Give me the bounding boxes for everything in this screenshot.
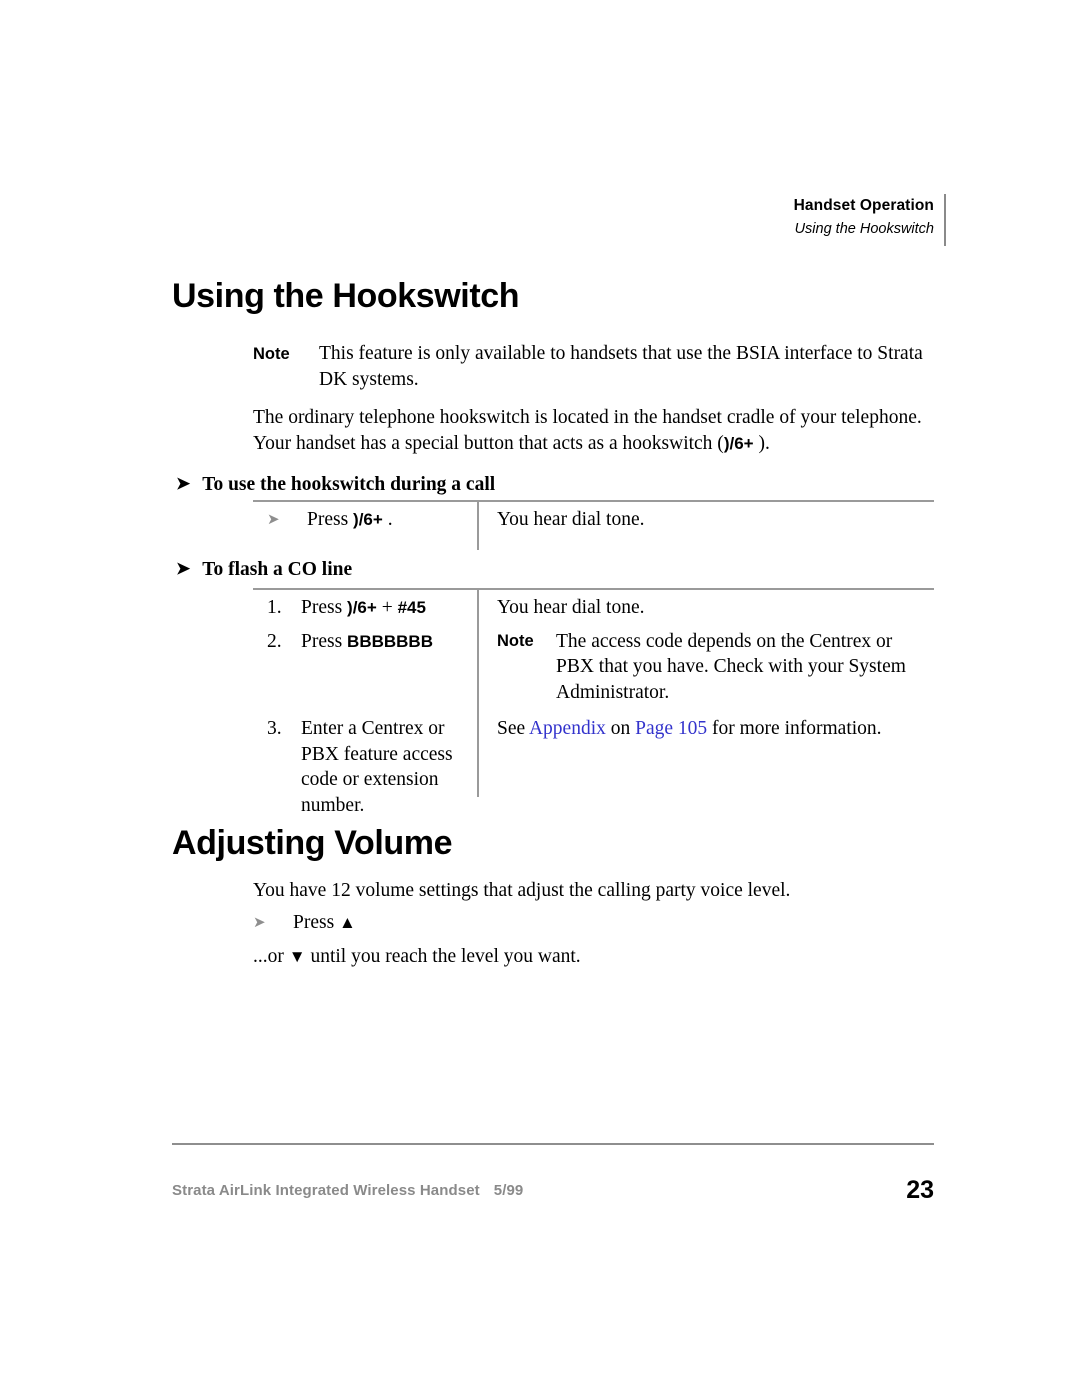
note-block-access-code: Note The access code depends on the Centr… <box>497 629 930 706</box>
step-number: 3. <box>267 718 282 739</box>
step-action-mid: + <box>376 597 398 618</box>
volume-bullet-press-up: ➤ Press ▲ <box>253 910 356 937</box>
volume-intro-paragraph: You have 12 volume settings that adjust … <box>253 880 791 901</box>
volume-up-triangle-icon: ▲ <box>339 913 356 932</box>
step-action-key: )/6+ <box>353 510 383 529</box>
intro-paragraph: The ordinary telephone hookswitch is loc… <box>253 405 935 456</box>
result-text-after: for more information. <box>707 718 882 739</box>
footer-rule <box>172 1143 934 1145</box>
step-action-text: Press <box>301 630 348 652</box>
note-label: Note <box>497 631 534 650</box>
table-row: ➤ Press )/6+ . You hear dial tone. <box>253 507 934 534</box>
step-action-suffix: . <box>382 509 393 530</box>
page-number: 23 <box>906 1176 934 1204</box>
step-action-cell: 3. Enter a Centrex or PBX feature access … <box>253 716 477 818</box>
step-action-key: )/6+ <box>347 598 377 617</box>
step-action-key-secondary: #45 <box>397 598 426 617</box>
step-action-cell: ➤ Press )/6+ . <box>253 507 477 534</box>
procedure-heading-label: To flash a CO line <box>202 559 353 580</box>
step-table-use-hookswitch: ➤ Press )/6+ . You hear dial tone. <box>253 500 934 550</box>
document-page: Handset Operation Using the Hookswitch U… <box>0 0 1080 1397</box>
step-result-cell: You hear dial tone. <box>497 509 645 530</box>
step-result-cell: Note The access code depends on the Centr… <box>477 629 934 706</box>
volume-followup-before: ...or <box>253 946 289 967</box>
intro-paragraph-after: ). <box>753 432 770 454</box>
table-row: 2. Press BBBBBBB Note The access code depe… <box>253 629 934 706</box>
note-label: Note <box>253 345 290 363</box>
step-action-text: Press <box>307 509 354 530</box>
section-heading-volume: Adjusting Volume <box>172 824 453 862</box>
procedure-heading-use-hookswitch: ➤ To use the hookswitch during a call <box>176 472 495 497</box>
link-page-105[interactable]: Page 105 <box>635 718 707 739</box>
intro-paragraph-key: )/6+ <box>723 433 754 453</box>
bullet-arrow-icon: ➤ <box>267 512 280 528</box>
running-header-title: Handset Operation <box>793 197 934 214</box>
step-number: 1. <box>267 597 282 618</box>
bullet-arrow-icon: ➤ <box>253 915 266 931</box>
result-text-before: See <box>497 718 529 739</box>
step-action-key: BBBBBBB <box>347 631 433 651</box>
running-header: Handset Operation Using the Hookswitch <box>0 196 934 240</box>
running-header-rule <box>944 194 946 246</box>
volume-followup-text: ...or ▼ until you reach the level you wa… <box>253 944 943 970</box>
step-number: 2. <box>267 630 282 652</box>
table-row: 1. Press )/6+ + #45 You hear dial tone. <box>253 595 934 621</box>
running-header-subtitle: Using the Hookswitch <box>794 221 934 237</box>
note-block-bsia: Note This feature is only available to h… <box>253 341 933 392</box>
step-table-flash-co-line: 1. Press )/6+ + #45 You hear dial tone. 2… <box>253 588 934 816</box>
result-text-mid: on <box>605 718 636 739</box>
step-action-text: Enter a Centrex or PBX feature access co… <box>301 718 453 816</box>
table-row: 3. Enter a Centrex or PBX feature access … <box>253 716 934 818</box>
step-action-text: Press <box>301 597 348 618</box>
procedure-arrow-icon: ➤ <box>176 559 191 578</box>
link-appendix[interactable]: Appendix <box>529 718 606 739</box>
procedure-heading-flash-co-line: ➤ To flash a CO line <box>176 557 352 582</box>
procedure-arrow-icon: ➤ <box>176 474 191 493</box>
procedure-heading-label: To use the hookswitch during a call <box>202 474 496 495</box>
note-text: This feature is only available to handse… <box>319 343 923 390</box>
section-heading-hookswitch: Using the Hookswitch <box>172 277 520 315</box>
table-top-rule <box>253 588 934 590</box>
volume-followup-after: until you reach the level you want. <box>305 946 581 967</box>
note-text: The access code depends on the Centrex o… <box>556 630 906 703</box>
step-action-cell: 1. Press )/6+ + #45 <box>253 595 477 621</box>
step-action-cell: 2. Press BBBBBBB <box>253 629 477 655</box>
table-top-rule <box>253 500 934 502</box>
step-result-cell: See Appendix on Page 105 for more inform… <box>477 716 934 742</box>
volume-bullet-text: Press <box>293 912 340 933</box>
step-result-cell: You hear dial tone. <box>497 597 645 618</box>
volume-down-triangle-icon: ▼ <box>288 947 306 966</box>
intro-paragraph-before: The ordinary telephone hookswitch is loc… <box>253 407 922 454</box>
